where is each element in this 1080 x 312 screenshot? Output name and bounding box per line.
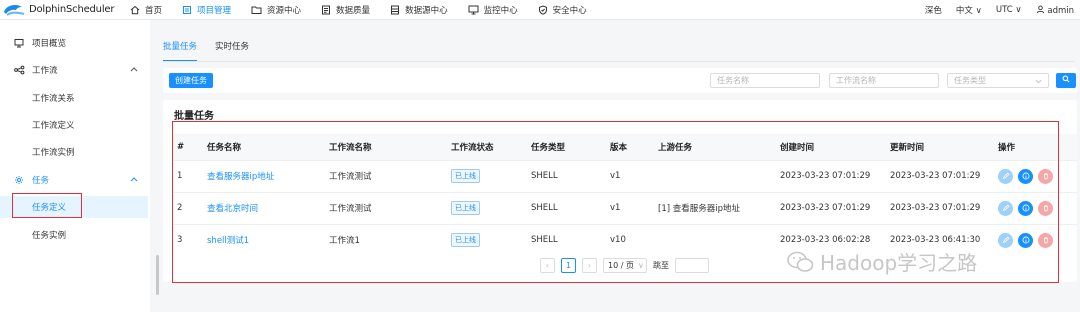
sidebar-item-label: 工作流 [32, 66, 58, 76]
main-nav: 首页 项目管理 资源中心 数据质量 数据源中心 监控中心 安全中心 [120, 0, 597, 20]
nav-resource[interactable]: 资源中心 [241, 0, 311, 20]
highlight-box-sidebar [12, 193, 82, 218]
nav-label: 资源中心 [267, 5, 302, 16]
brand-name: DolphinScheduler [29, 4, 115, 15]
top-navbar: DolphinScheduler 首页 项目管理 资源中心 数据质量 数据源中心… [0, 0, 1080, 20]
jump-label: 跳至 [653, 261, 669, 270]
nav-project[interactable]: 项目管理 [172, 0, 241, 20]
wechat-icon [786, 250, 814, 274]
chevron-down-icon: ∨ [975, 6, 982, 16]
sidebar-item-workflow-definition[interactable]: 工作流定义 [0, 114, 148, 136]
user-menu[interactable]: admin [1036, 5, 1074, 16]
project-icon [182, 5, 192, 15]
sidebar-item-label: 工作流关系 [32, 94, 75, 104]
tab-batch-task[interactable]: 批量任务 [163, 40, 198, 62]
task-tabs: 批量任务 实时任务 [163, 40, 249, 62]
tab-divider [163, 61, 1075, 62]
theme-toggle[interactable]: 深色 [925, 4, 942, 16]
nav-security[interactable]: 安全中心 [528, 0, 597, 20]
watermark-text: Hadoop学习之路 [820, 251, 978, 275]
folder-icon [251, 5, 262, 15]
chevron-up-icon [130, 175, 138, 185]
sidebar-item-task[interactable]: 任务 [0, 169, 148, 191]
task-type-select[interactable]: 任务类型 [947, 73, 1049, 88]
chevron-up-icon [130, 65, 138, 75]
logo[interactable]: DolphinScheduler [0, 2, 120, 18]
language-select[interactable]: 中文 ∨ [956, 4, 982, 16]
language-label: 中文 [955, 6, 973, 16]
task-name-input[interactable]: 任务名称 [710, 73, 820, 88]
pagination: ‹ 1 › 10 / 页 ∨ 跳至 [540, 258, 709, 273]
overview-icon [14, 38, 24, 48]
monitor-icon [468, 5, 479, 15]
shield-icon [538, 4, 548, 15]
sidebar-item-project-overview[interactable]: 项目概览 [0, 32, 148, 54]
jump-page-input[interactable] [675, 258, 709, 273]
sidebar-item-label: 任务实例 [32, 231, 67, 241]
datasource-icon [390, 5, 400, 15]
search-icon [1062, 75, 1070, 86]
page-number-button[interactable]: 1 [561, 258, 576, 273]
search-toolbar: 创建任务 任务名称 工作流名称 任务类型 [163, 68, 1077, 93]
sidebar-item-workflow-relation[interactable]: 工作流关系 [0, 87, 148, 109]
chevron-down-icon: ∨ [1015, 5, 1022, 15]
chevron-left-icon: ‹ [545, 261, 550, 270]
nav-monitor[interactable]: 监控中心 [458, 0, 528, 20]
sidebar-item-label: 任务 [32, 176, 50, 186]
dolphin-logo-icon [2, 2, 26, 18]
sidebar-item-workflow-instance[interactable]: 工作流实例 [0, 141, 148, 163]
page-size-select[interactable]: 10 / 页 ∨ [603, 258, 647, 273]
nav-home[interactable]: 首页 [120, 0, 172, 20]
nav-data-quality[interactable]: 数据质量 [311, 0, 380, 20]
nav-datasource[interactable]: 数据源中心 [380, 0, 458, 20]
tab-realtime-task[interactable]: 实时任务 [215, 40, 249, 60]
workflow-icon [14, 65, 25, 75]
sidebar-item-task-instance[interactable]: 任务实例 [0, 224, 148, 246]
sidebar-item-workflow[interactable]: 工作流 [0, 59, 148, 81]
create-task-button[interactable]: 创建任务 [169, 73, 213, 88]
timezone-select[interactable]: UTC ∨ [996, 5, 1022, 15]
prev-page-button[interactable]: ‹ [540, 258, 555, 273]
nav-label: 首页 [145, 5, 163, 16]
sidebar-item-label: 工作流实例 [32, 148, 75, 158]
sidebar-item-label: 项目概览 [32, 39, 67, 49]
chevron-down-icon [1035, 77, 1042, 86]
task-type-placeholder: 任务类型 [954, 76, 986, 85]
sidebar: 项目概览 工作流 工作流关系 工作流定义 工作流实例 任务 任务定义 任务实例 [0, 28, 148, 312]
workflow-name-input[interactable]: 工作流名称 [829, 73, 939, 88]
top-right-controls: 深色 中文 ∨ UTC ∨ admin [925, 0, 1074, 20]
chevron-right-icon: › [587, 261, 592, 270]
watermark: Hadoop学习之路 [786, 247, 977, 276]
nav-label: 安全中心 [552, 5, 587, 16]
chevron-down-icon: ∨ [637, 261, 644, 270]
sidebar-scrollbar[interactable] [156, 255, 159, 295]
search-button[interactable] [1056, 73, 1076, 88]
sidebar-item-label: 工作流定义 [32, 121, 75, 131]
nav-label: 项目管理 [197, 5, 232, 16]
timezone-label: UTC [995, 5, 1013, 15]
quality-icon [321, 5, 331, 15]
card-title: 批量任务 [174, 111, 214, 122]
user-icon [1036, 5, 1048, 16]
username: admin [1047, 5, 1074, 16]
gear-icon [14, 175, 24, 185]
nav-label: 数据质量 [336, 5, 371, 16]
home-icon [130, 5, 140, 15]
page-size-label: 10 / 页 [608, 261, 634, 270]
nav-label: 监控中心 [483, 5, 518, 16]
next-page-button[interactable]: › [582, 258, 597, 273]
nav-label: 数据源中心 [405, 5, 448, 16]
